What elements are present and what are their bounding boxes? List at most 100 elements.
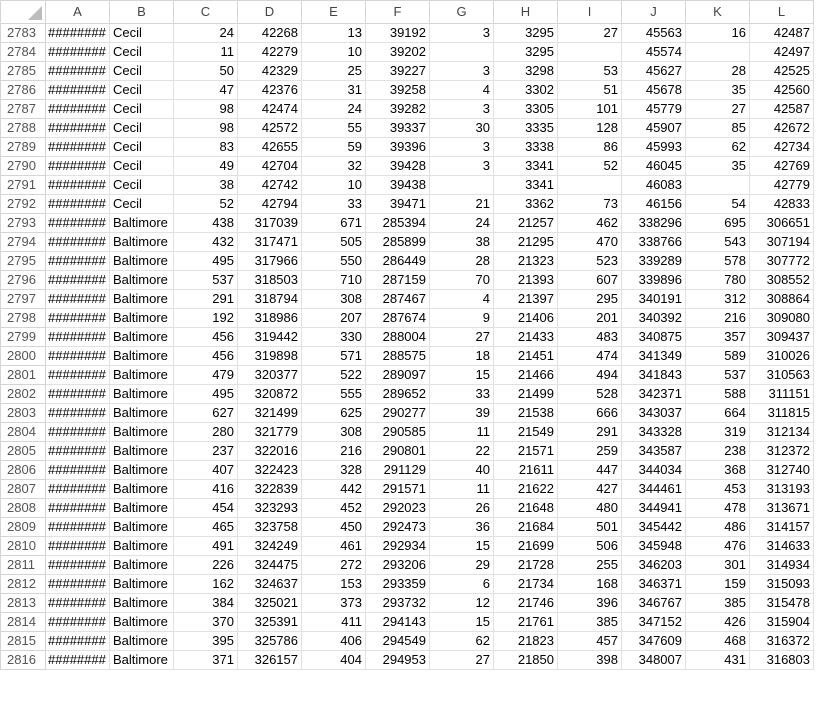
- cell-k[interactable]: 16: [685, 23, 750, 43]
- cell-g[interactable]: 3: [429, 99, 494, 119]
- cell-date[interactable]: ########: [45, 42, 110, 62]
- cell-e[interactable]: 505: [301, 232, 366, 252]
- cell-j[interactable]: 339289: [621, 251, 686, 271]
- cell-d[interactable]: 42268: [237, 23, 302, 43]
- row-header[interactable]: 2801: [0, 365, 46, 385]
- cell-k[interactable]: 368: [685, 460, 750, 480]
- cell-l[interactable]: 310563: [749, 365, 814, 385]
- cell-county[interactable]: Baltimore: [109, 289, 174, 309]
- cell-g[interactable]: 27: [429, 327, 494, 347]
- cell-date[interactable]: ########: [45, 213, 110, 233]
- cell-g[interactable]: 26: [429, 498, 494, 518]
- cell-g[interactable]: 28: [429, 251, 494, 271]
- cell-j[interactable]: 341349: [621, 346, 686, 366]
- cell-d[interactable]: 325786: [237, 631, 302, 651]
- cell-k[interactable]: 385: [685, 593, 750, 613]
- cell-e[interactable]: 59: [301, 137, 366, 157]
- cell-date[interactable]: ########: [45, 175, 110, 195]
- cell-d[interactable]: 42655: [237, 137, 302, 157]
- cell-d[interactable]: 323293: [237, 498, 302, 518]
- cell-e[interactable]: 625: [301, 403, 366, 423]
- cell-l[interactable]: 316372: [749, 631, 814, 651]
- cell-date[interactable]: ########: [45, 593, 110, 613]
- cell-c[interactable]: 83: [173, 137, 238, 157]
- cell-i[interactable]: 259: [557, 441, 622, 461]
- cell-i[interactable]: 295: [557, 289, 622, 309]
- cell-date[interactable]: ########: [45, 612, 110, 632]
- cell-j[interactable]: 341843: [621, 365, 686, 385]
- cell-g[interactable]: 15: [429, 612, 494, 632]
- cell-j[interactable]: 346371: [621, 574, 686, 594]
- cell-i[interactable]: 447: [557, 460, 622, 480]
- cell-date[interactable]: ########: [45, 346, 110, 366]
- cell-i[interactable]: 666: [557, 403, 622, 423]
- cell-g[interactable]: 21: [429, 194, 494, 214]
- cell-county[interactable]: Cecil: [109, 42, 174, 62]
- cell-j[interactable]: 347609: [621, 631, 686, 651]
- cell-d[interactable]: 42474: [237, 99, 302, 119]
- cell-h[interactable]: 21699: [493, 536, 558, 556]
- cell-h[interactable]: 21746: [493, 593, 558, 613]
- cell-l[interactable]: 42560: [749, 80, 814, 100]
- cell-g[interactable]: 30: [429, 118, 494, 138]
- cell-e[interactable]: 404: [301, 650, 366, 670]
- cell-d[interactable]: 325021: [237, 593, 302, 613]
- cell-g[interactable]: 15: [429, 365, 494, 385]
- cell-l[interactable]: 307194: [749, 232, 814, 252]
- cell-county[interactable]: Baltimore: [109, 422, 174, 442]
- cell-l[interactable]: 42672: [749, 118, 814, 138]
- cell-h[interactable]: 21761: [493, 612, 558, 632]
- cell-date[interactable]: ########: [45, 650, 110, 670]
- cell-e[interactable]: 153: [301, 574, 366, 594]
- cell-h[interactable]: 21323: [493, 251, 558, 271]
- cell-h[interactable]: 21850: [493, 650, 558, 670]
- cell-h[interactable]: 21611: [493, 460, 558, 480]
- cell-k[interactable]: 486: [685, 517, 750, 537]
- cell-e[interactable]: 308: [301, 289, 366, 309]
- cell-k[interactable]: 54: [685, 194, 750, 214]
- cell-i[interactable]: 168: [557, 574, 622, 594]
- cell-k[interactable]: 159: [685, 574, 750, 594]
- cell-j[interactable]: 46045: [621, 156, 686, 176]
- cell-d[interactable]: 317039: [237, 213, 302, 233]
- cell-d[interactable]: 42376: [237, 80, 302, 100]
- column-header-k[interactable]: K: [685, 0, 750, 24]
- cell-j[interactable]: 338766: [621, 232, 686, 252]
- row-header[interactable]: 2789: [0, 137, 46, 157]
- cell-e[interactable]: 10: [301, 42, 366, 62]
- cell-k[interactable]: 62: [685, 137, 750, 157]
- cell-county[interactable]: Cecil: [109, 80, 174, 100]
- cell-g[interactable]: 3: [429, 61, 494, 81]
- cell-l[interactable]: 306651: [749, 213, 814, 233]
- cell-f[interactable]: 293359: [365, 574, 430, 594]
- cell-i[interactable]: 73: [557, 194, 622, 214]
- cell-i[interactable]: 398: [557, 650, 622, 670]
- cell-date[interactable]: ########: [45, 403, 110, 423]
- cell-f[interactable]: 39202: [365, 42, 430, 62]
- row-header[interactable]: 2804: [0, 422, 46, 442]
- cell-c[interactable]: 395: [173, 631, 238, 651]
- cell-h[interactable]: 21433: [493, 327, 558, 347]
- cell-f[interactable]: 285394: [365, 213, 430, 233]
- cell-g[interactable]: 40: [429, 460, 494, 480]
- cell-l[interactable]: 311151: [749, 384, 814, 404]
- cell-k[interactable]: 578: [685, 251, 750, 271]
- cell-h[interactable]: 21538: [493, 403, 558, 423]
- cell-county[interactable]: Baltimore: [109, 441, 174, 461]
- cell-j[interactable]: 338296: [621, 213, 686, 233]
- cell-c[interactable]: 280: [173, 422, 238, 442]
- cell-county[interactable]: Baltimore: [109, 365, 174, 385]
- cell-g[interactable]: 9: [429, 308, 494, 328]
- cell-date[interactable]: ########: [45, 270, 110, 290]
- cell-e[interactable]: 10: [301, 175, 366, 195]
- cell-c[interactable]: 627: [173, 403, 238, 423]
- cell-k[interactable]: [685, 175, 750, 195]
- cell-e[interactable]: 555: [301, 384, 366, 404]
- cell-i[interactable]: 506: [557, 536, 622, 556]
- row-header[interactable]: 2815: [0, 631, 46, 651]
- cell-h[interactable]: 3295: [493, 23, 558, 43]
- cell-county[interactable]: Cecil: [109, 99, 174, 119]
- cell-date[interactable]: ########: [45, 308, 110, 328]
- cell-f[interactable]: 290585: [365, 422, 430, 442]
- cell-county[interactable]: Baltimore: [109, 574, 174, 594]
